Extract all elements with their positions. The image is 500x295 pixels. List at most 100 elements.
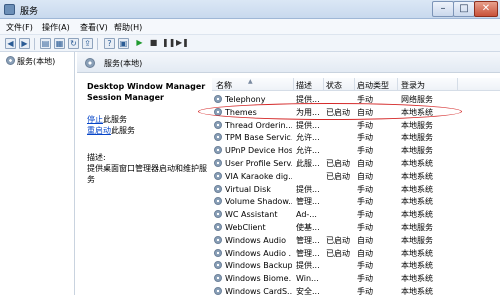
- start-service-icon[interactable]: ▶: [134, 38, 145, 49]
- service-startup-type: 手动: [357, 287, 373, 295]
- gear-icon: [214, 184, 222, 193]
- service-title: Desktop Window Manager Session Manager: [87, 82, 206, 102]
- service-status: 已启动: [326, 235, 350, 245]
- table-row[interactable]: Windows CardS... 安全... 手动 本地系统: [212, 285, 500, 295]
- menu-help[interactable]: 帮助(H): [114, 22, 142, 33]
- toolbar-separator: [97, 38, 98, 50]
- service-name: VIA Karaoke dig...: [214, 171, 292, 182]
- back-icon[interactable]: ◀: [5, 38, 16, 49]
- service-logon-as: 本地系统: [401, 248, 433, 258]
- table-row[interactable]: Volume Shadow... 管理... 手动 本地系统: [212, 195, 500, 208]
- toolbar: ◀ ▶ ▤ ▦ ↻ ⇪ ? ▣ ▶ ■ ❚❚ ▶❚: [0, 35, 500, 52]
- tree-item-services-local[interactable]: 服务(本地): [6, 56, 55, 68]
- service-logon-as: 本地系统: [401, 184, 433, 194]
- service-logon-as: 本地系统: [401, 210, 433, 220]
- pane-header: 服务(本地): [77, 52, 500, 73]
- table-row[interactable]: WebClient 使基... 手动 本地服务: [212, 221, 500, 234]
- column-header-status[interactable]: 状态: [326, 80, 342, 91]
- column-divider[interactable]: [354, 78, 355, 91]
- column-divider[interactable]: [293, 78, 294, 91]
- service-startup-type: 手动: [357, 261, 373, 271]
- service-description: Ad-...: [296, 210, 317, 220]
- service-logon-as: 本地系统: [401, 197, 433, 207]
- service-name-text: VIA Karaoke dig...: [225, 171, 292, 181]
- column-header-logon-as[interactable]: 登录为: [401, 80, 425, 91]
- menu-bar: 文件(F) 操作(A) 查看(V) 帮助(H): [0, 19, 500, 35]
- service-description: 使基...: [296, 223, 320, 232]
- column-divider[interactable]: [457, 78, 458, 91]
- gear-icon: [214, 223, 222, 231]
- column-divider[interactable]: [323, 78, 324, 91]
- service-startup-type: 手动: [357, 274, 373, 284]
- service-logon-as: 本地服务: [401, 223, 433, 232]
- column-header-name[interactable]: 名称: [216, 80, 232, 91]
- properties-icon[interactable]: ▦: [54, 38, 65, 49]
- menu-action[interactable]: 操作(A): [42, 22, 70, 33]
- service-logon-as: 本地系统: [401, 171, 433, 181]
- show-tree-icon[interactable]: ▤: [40, 38, 51, 49]
- service-startup-type: 自动: [357, 159, 373, 168]
- service-name-text: Thread Orderin...: [225, 120, 292, 130]
- service-startup-type: 手动: [357, 120, 373, 130]
- gear-icon: [214, 287, 222, 295]
- help-icon[interactable]: ?: [104, 38, 115, 49]
- column-header-description[interactable]: 描述: [296, 80, 312, 91]
- table-row[interactable]: User Profile Serv... 此服... 已启动 自动 本地系统: [212, 157, 500, 170]
- close-button[interactable]: ✕: [474, 1, 498, 17]
- service-description: 安全...: [296, 287, 320, 295]
- table-row[interactable]: Telephony 提供... 手动 网络服务: [212, 93, 500, 106]
- table-row[interactable]: UPnP Device Host 允许... 手动 本地服务: [212, 144, 500, 157]
- service-startup-type: 自动: [357, 107, 373, 117]
- service-name-text: TPM Base Servic...: [225, 133, 292, 143]
- stop-service-link[interactable]: 停止: [87, 115, 103, 124]
- column-divider[interactable]: [397, 78, 398, 91]
- service-name: Windows Audio ...: [214, 248, 292, 259]
- gear-icon: [85, 58, 95, 68]
- pause-service-icon[interactable]: ❚❚: [162, 38, 175, 49]
- table-row[interactable]: Windows Backup 提供... 手动 本地系统: [212, 259, 500, 272]
- export-icon[interactable]: ⇪: [82, 38, 93, 49]
- service-name-text: User Profile Serv...: [225, 159, 292, 168]
- service-logon-as: 本地系统: [401, 107, 433, 117]
- gear-icon: [214, 197, 222, 206]
- service-startup-type: 手动: [357, 146, 373, 156]
- service-logon-as: 本地服务: [401, 120, 433, 130]
- service-name-text: UPnP Device Host: [225, 146, 292, 156]
- service-logon-as: 本地系统: [401, 159, 433, 168]
- service-name-text: Windows Biome...: [225, 274, 292, 284]
- column-header-startup-type[interactable]: 启动类型: [357, 80, 389, 91]
- menu-view[interactable]: 查看(V): [80, 22, 108, 33]
- table-row[interactable]: Themes 为用... 已启动 自动 本地系统: [212, 106, 500, 119]
- stop-service-icon[interactable]: ■: [148, 38, 159, 49]
- table-row[interactable]: Windows Biome... Win... 手动 本地系统: [212, 272, 500, 285]
- toolbar-separator: [34, 38, 35, 50]
- table-row[interactable]: Thread Orderin... 提供... 手动 本地服务: [212, 119, 500, 132]
- sort-ascending-icon: ▲: [248, 78, 253, 85]
- table-row[interactable]: TPM Base Servic... 允许... 手动 本地服务: [212, 131, 500, 144]
- table-row[interactable]: Virtual Disk 提供... 手动 本地系统: [212, 183, 500, 196]
- service-description: Win...: [296, 274, 319, 284]
- description-text: 提供桌面窗口管理器启动和维护服务: [87, 164, 207, 184]
- table-row[interactable]: Windows Audio 管理... 已启动 自动 本地服务: [212, 234, 500, 247]
- service-description: 管理...: [296, 248, 320, 258]
- service-description: 管理...: [296, 197, 320, 207]
- table-row[interactable]: Windows Audio ... 管理... 已启动 自动 本地系统: [212, 247, 500, 260]
- restart-service-icon[interactable]: ▶❚: [176, 38, 189, 49]
- service-status: 已启动: [326, 107, 350, 117]
- table-row[interactable]: VIA Karaoke dig... 已启动 自动 本地系统: [212, 170, 500, 183]
- minimize-button[interactable]: –: [432, 1, 454, 17]
- maximize-button[interactable]: □: [453, 1, 475, 17]
- restart-service-link[interactable]: 重启动: [87, 126, 111, 135]
- service-logon-as: 本地系统: [401, 261, 433, 271]
- refresh-icon[interactable]: ↻: [68, 38, 79, 49]
- gear-icon: [214, 146, 222, 155]
- forward-icon[interactable]: ▶: [19, 38, 30, 49]
- table-row[interactable]: WC Assistant Ad-... 手动 本地系统: [212, 208, 500, 221]
- service-startup-type: 自动: [357, 248, 373, 258]
- service-name: Windows Audio: [214, 235, 292, 246]
- gear-icon: [214, 133, 222, 142]
- console-icon[interactable]: ▣: [118, 38, 129, 49]
- service-description: 提供...: [296, 120, 320, 130]
- service-description: 提供...: [296, 95, 320, 104]
- menu-file[interactable]: 文件(F): [6, 22, 33, 33]
